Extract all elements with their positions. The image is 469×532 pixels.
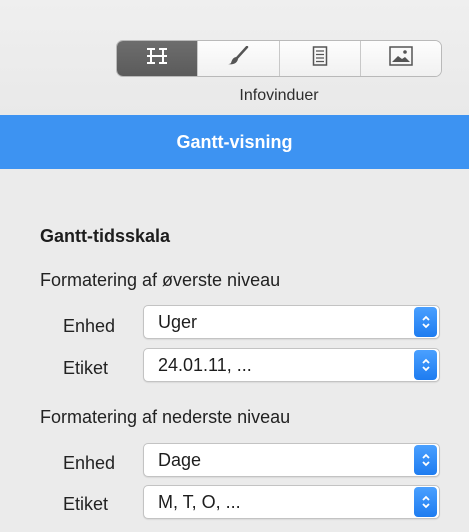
chevron-updown-icon (414, 487, 437, 517)
section-title: Gantt-tidsskala (40, 226, 171, 246)
document-button[interactable] (279, 41, 361, 76)
top-label-value: 24.01.11, ... (158, 354, 252, 375)
chevron-updown-icon (414, 307, 437, 337)
style-button[interactable] (198, 41, 280, 76)
image-icon (389, 46, 413, 71)
bottom-label-value: M, T, O, ... (158, 491, 241, 512)
paintbrush-icon (227, 45, 249, 71)
top-label-select[interactable]: 24.01.11, ... (143, 348, 440, 382)
bottom-label-label: Etiket (63, 494, 109, 514)
top-unit-label: Enhed (63, 316, 116, 336)
document-icon (312, 46, 328, 71)
inspector-segmented-control (116, 40, 442, 77)
chevron-updown-icon (414, 445, 437, 475)
top-unit-select[interactable]: Uger (143, 305, 440, 339)
gantt-view-button[interactable] (117, 41, 199, 76)
bottom-unit-select[interactable]: Dage (143, 443, 440, 477)
inspector-toolbar: Infovinduer (0, 0, 469, 115)
inspector-header: Gantt-visning (0, 115, 469, 169)
bottom-label-select[interactable]: M, T, O, ... (143, 485, 440, 519)
top-unit-value: Uger (158, 311, 198, 332)
top-level-title: Formatering af øverste niveau (40, 270, 281, 290)
bottom-unit-label: Enhed (63, 453, 116, 473)
gantt-view-icon (145, 47, 169, 70)
bottom-unit-value: Dage (158, 449, 202, 470)
inspector-caption: Infovinduer (239, 87, 319, 104)
chevron-updown-icon (414, 350, 437, 380)
top-label-label: Etiket (63, 358, 109, 378)
image-button[interactable] (360, 41, 441, 76)
bottom-level-title: Formatering af nederste niveau (40, 407, 291, 427)
